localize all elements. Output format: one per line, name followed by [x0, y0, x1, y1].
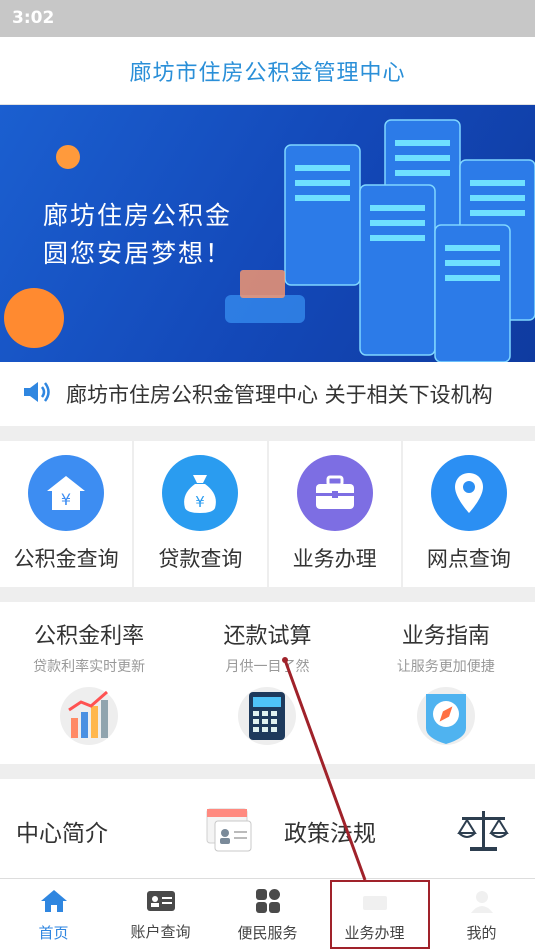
loan-query-label: 贷款查询 [158, 547, 243, 571]
tools-section: 公积金利率 贷款利率实时更新 还款试算 月供一目了然 业务指南 让服务更加便捷 [0, 602, 535, 764]
repayment-title: 还款试算 [223, 624, 312, 649]
tab-business[interactable]: 业务办理 [321, 879, 428, 951]
tab-services-label: 便民服务 [237, 923, 298, 942]
repayment-subtitle: 月供一目了然 [225, 659, 310, 675]
scale-icon [456, 809, 510, 857]
branch-query-label: 网点查询 [426, 547, 511, 571]
tab-mine[interactable]: 我的 [428, 879, 535, 951]
notice-text: 廊坊市住房公积金管理中心 关于相关下设机构 [66, 383, 493, 407]
calculator-icon [237, 686, 297, 750]
branch-query-item[interactable]: 网点查询 [402, 441, 535, 587]
title-bar: 廊坊市住房公积金管理中心 [0, 37, 535, 105]
quick-grid: ¥ 公积金查询 ¥ 贷款查询 业务办理 网点查询 [0, 441, 535, 587]
banner-text: 廊坊住房公积金 圆您安居梦想！ [43, 197, 232, 273]
banner-line1: 廊坊住房公积金 [43, 201, 233, 230]
compass-icon [416, 686, 476, 750]
banner[interactable]: 廊坊住房公积金 圆您安居梦想！ [0, 105, 535, 362]
tab-account-query[interactable]: 账户查询 [107, 879, 214, 951]
svg-text:¥: ¥ [196, 493, 206, 511]
speaker-icon [22, 380, 50, 408]
rate-tool[interactable]: 公积金利率 贷款利率实时更新 [0, 602, 178, 764]
service-icon [361, 888, 389, 918]
grid-icon [255, 888, 281, 918]
house-yen-icon: ¥ [28, 455, 105, 531]
notice-bar[interactable]: 廊坊市住房公积金管理中心 关于相关下设机构 [0, 362, 535, 426]
id-card-icon [146, 889, 176, 917]
guide-subtitle: 让服务更加便捷 [396, 659, 495, 675]
rate-title: 公积金利率 [34, 624, 145, 649]
guide-title: 业务指南 [401, 624, 490, 649]
id-doc-icon [205, 807, 255, 859]
banner-line2: 圆您安居梦想！ [43, 239, 233, 268]
repayment-tool[interactable]: 还款试算 月供一目了然 [178, 602, 356, 764]
business-label: 业务办理 [292, 547, 377, 571]
tab-mine-label: 我的 [466, 923, 497, 942]
policy-label[interactable]: 政策法规 [284, 814, 376, 848]
page-title: 廊坊市住房公积金管理中心 [129, 60, 406, 86]
briefcase-icon [296, 455, 373, 531]
guide-tool[interactable]: 业务指南 让服务更加便捷 [357, 602, 535, 764]
home-icon [40, 888, 68, 918]
rate-subtitle: 贷款利率实时更新 [33, 659, 146, 675]
bar-chart-icon [59, 686, 119, 750]
bottom-tab-bar: 首页 账户查询 便民服务 业务办理 我的 [0, 878, 535, 951]
money-bag-icon: ¥ [162, 455, 239, 531]
center-intro-label[interactable]: 中心简介 [16, 814, 108, 848]
location-pin-icon [430, 455, 507, 531]
loan-query-item[interactable]: ¥ 贷款查询 [134, 441, 267, 587]
status-time: 3:02 [12, 8, 55, 28]
status-bar: 3:02 [0, 0, 535, 37]
tab-home-label: 首页 [38, 923, 69, 942]
tab-business-label: 业务办理 [344, 923, 405, 942]
tab-home[interactable]: 首页 [0, 879, 107, 951]
info-section: 中心简介 政策法规 [0, 779, 535, 883]
fund-query-label: 公积金查询 [13, 547, 119, 571]
tab-services[interactable]: 便民服务 [214, 879, 321, 951]
fund-query-item[interactable]: ¥ 公积金查询 [0, 441, 133, 587]
tab-account-label: 账户查询 [130, 922, 191, 941]
business-item[interactable]: 业务办理 [268, 441, 401, 587]
user-icon [469, 888, 495, 918]
svg-text:¥: ¥ [61, 490, 71, 509]
